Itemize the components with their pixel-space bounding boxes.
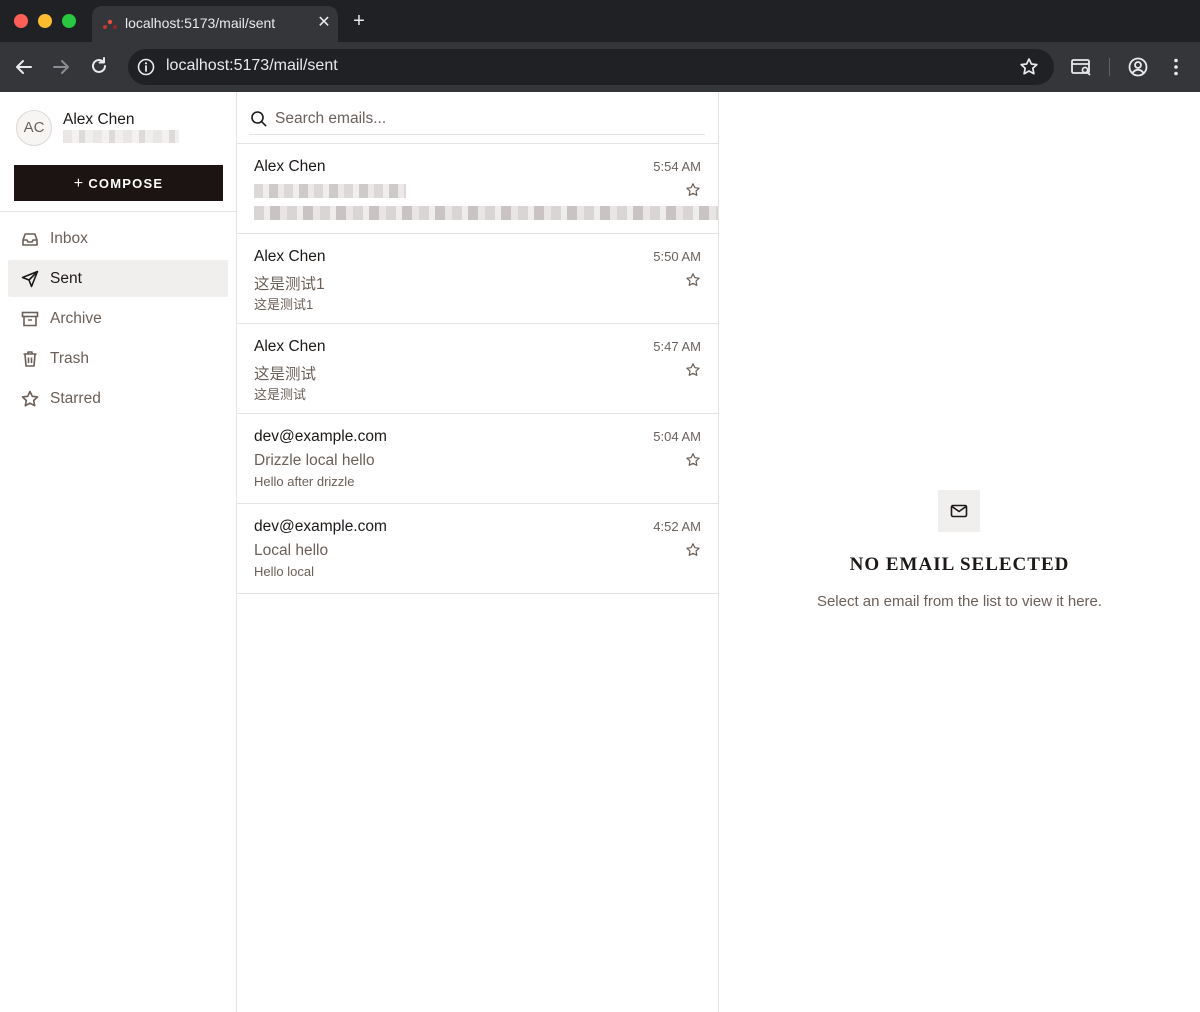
email-subject: 这是测试1: [254, 276, 325, 293]
user-profile: AC Alex Chen: [0, 92, 236, 162]
sidebar-item-label: Archive: [50, 310, 102, 327]
sidebar-item-label: Sent: [50, 270, 82, 287]
empty-state-title: NO EMAIL SELECTED: [849, 554, 1070, 575]
toolbar-divider: [1109, 58, 1110, 76]
browser-tab[interactable]: localhost:5173/mail/sent ✕: [92, 6, 338, 42]
email-time: 5:47 AM: [653, 339, 701, 354]
empty-state-text: Select an email from the list to view it…: [816, 593, 1103, 610]
mail-icon: [950, 504, 968, 518]
forward-button[interactable]: [48, 54, 74, 80]
star-toggle-icon[interactable]: [685, 542, 701, 558]
email-row[interactable]: Alex Chen 5:50 AM 这是测试1 这是测试1: [237, 234, 718, 324]
email-time: 5:50 AM: [653, 249, 701, 264]
email-sender: dev@example.com: [254, 518, 387, 535]
search-bar: [249, 102, 705, 135]
sidebar-item-label: Trash: [50, 350, 90, 367]
sidebar-divider: [0, 211, 236, 212]
email-sender: Alex Chen: [254, 248, 326, 265]
mail-icon-box: [938, 490, 980, 532]
inbox-icon: [22, 233, 38, 246]
search-tabs-icon[interactable]: [1069, 55, 1093, 79]
star-toggle-icon[interactable]: [685, 182, 701, 198]
arrow-right-icon: [53, 60, 69, 74]
user-name: Alex Chen: [63, 111, 135, 128]
favicon-icon: [103, 19, 117, 29]
sidebar-item-label: Inbox: [50, 230, 88, 247]
sidebar-item-sent[interactable]: Sent: [8, 260, 228, 297]
email-sender: Alex Chen: [254, 158, 326, 175]
tab-title: localhost:5173/mail/sent: [125, 15, 276, 31]
email-time: 4:52 AM: [653, 519, 701, 534]
browser-toolbar: localhost:5173/mail/sent: [0, 42, 1200, 92]
email-row[interactable]: dev@example.com 4:52 AM Local hello Hell…: [237, 504, 718, 594]
sidebar-item-archive[interactable]: Archive: [8, 300, 228, 337]
arrow-left-icon: [16, 60, 32, 74]
sidebar-item-starred[interactable]: Starred: [8, 380, 228, 417]
email-subject: Local hello: [254, 542, 329, 559]
email-preview: Hello local: [254, 564, 314, 579]
search-icon: [251, 111, 267, 127]
email-time: 5:54 AM: [653, 159, 701, 174]
back-button[interactable]: [11, 54, 37, 80]
reload-icon: [92, 57, 106, 73]
email-rows: Alex Chen 5:54 AM Alex Chen 5:50 AM 这是测试…: [237, 144, 718, 594]
url-text: localhost:5173/mail/sent: [166, 57, 338, 74]
search-input[interactable]: [275, 107, 695, 131]
email-sender: dev@example.com: [254, 428, 387, 445]
redacted-user-email: [63, 130, 179, 143]
plus-icon: +: [73, 175, 85, 192]
sidebar-item-label: Starred: [50, 390, 101, 407]
sidebar-item-inbox[interactable]: Inbox: [8, 220, 228, 257]
sidebar-item-trash[interactable]: Trash: [8, 340, 228, 377]
maximize-window-button[interactable]: [62, 14, 76, 28]
info-icon[interactable]: [136, 57, 156, 77]
email-subject: 这是测试: [254, 366, 317, 383]
reload-button[interactable]: [86, 54, 112, 80]
menu-dots-icon[interactable]: [1164, 55, 1188, 79]
close-tab-icon[interactable]: ✕: [314, 13, 334, 33]
close-window-button[interactable]: [14, 14, 28, 28]
new-tab-button[interactable]: +: [348, 10, 370, 32]
address-bar[interactable]: localhost:5173/mail/sent: [128, 49, 1054, 85]
email-row[interactable]: Alex Chen 5:47 AM 这是测试 这是测试: [237, 324, 718, 414]
email-sender: Alex Chen: [254, 338, 326, 355]
bookmark-star-icon[interactable]: [1018, 56, 1040, 78]
email-preview: 这是测试: [254, 387, 307, 402]
trash-icon: [23, 351, 37, 367]
send-icon: [21, 270, 39, 288]
archive-icon: [21, 311, 39, 327]
minimize-window-button[interactable]: [38, 14, 52, 28]
profile-icon[interactable]: [1126, 55, 1150, 79]
tab-bar: localhost:5173/mail/sent ✕ +: [0, 0, 1200, 42]
mail-app: AC Alex Chen + COMPOSE Inbox Sent Archive…: [0, 92, 1200, 1012]
browser-chrome: localhost:5173/mail/sent ✕ + localhost:5…: [0, 0, 1200, 92]
email-row[interactable]: Alex Chen 5:54 AM: [237, 144, 718, 234]
email-row[interactable]: dev@example.com 5:04 AM Drizzle local he…: [237, 414, 718, 504]
star-icon: [21, 390, 39, 407]
reading-pane: NO EMAIL SELECTED Select an email from t…: [719, 92, 1200, 1012]
star-toggle-icon[interactable]: [685, 362, 701, 378]
redacted-email-subject: [254, 184, 406, 198]
email-subject: Drizzle local hello: [254, 452, 375, 469]
folder-nav: Inbox Sent Archive Trash Starred: [8, 220, 228, 420]
star-toggle-icon[interactable]: [685, 452, 701, 468]
email-time: 5:04 AM: [653, 429, 701, 444]
email-preview: 这是测试1: [254, 297, 314, 312]
email-list-pane: Alex Chen 5:54 AM Alex Chen 5:50 AM 这是测试…: [237, 92, 719, 1012]
star-toggle-icon[interactable]: [685, 272, 701, 288]
sidebar: AC Alex Chen + COMPOSE Inbox Sent Archive…: [0, 92, 237, 1012]
compose-label: COMPOSE: [88, 176, 164, 191]
redacted-email-preview: [254, 206, 718, 220]
email-preview: Hello after drizzle: [254, 474, 355, 489]
avatar: AC: [16, 110, 52, 146]
compose-button[interactable]: + COMPOSE: [14, 165, 223, 201]
